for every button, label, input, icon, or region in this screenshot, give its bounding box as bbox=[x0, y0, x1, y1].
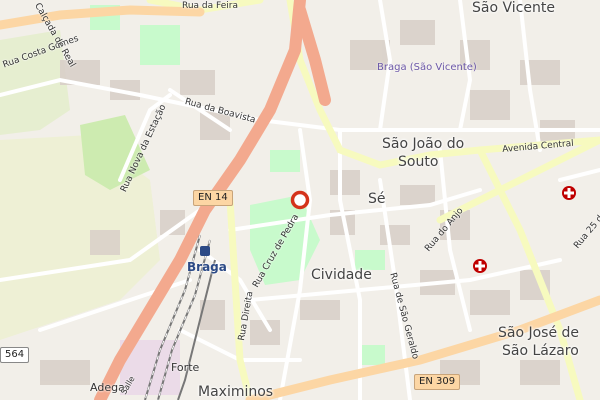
place-label-cividade: Cividade bbox=[311, 267, 372, 283]
road-shield-564: 564 bbox=[0, 347, 30, 363]
road-shield-en309: EN 309 bbox=[414, 374, 461, 390]
place-label-sao-joao-do-souto-line1: São João do bbox=[382, 136, 465, 152]
hospital-icon[interactable] bbox=[561, 185, 577, 201]
place-label-sao-joao-do-souto-line2: Souto bbox=[398, 154, 439, 170]
place-label-braga-sao-vicente: Braga (São Vicente) bbox=[377, 62, 477, 73]
hospital-icon[interactable] bbox=[472, 258, 488, 274]
train-station-icon[interactable] bbox=[200, 246, 210, 256]
place-label-sao-jose-line1: São José de bbox=[498, 325, 580, 341]
place-label-sao-vicente: São Vicente bbox=[472, 0, 555, 16]
road-shield-en14: EN 14 bbox=[193, 190, 233, 206]
location-pin-icon[interactable] bbox=[290, 190, 310, 210]
place-label-forte: Forte bbox=[171, 361, 200, 374]
street-label-rua-da-feira: Rua da Feira bbox=[182, 1, 238, 11]
place-label-maximinos: Maximinos bbox=[198, 384, 274, 400]
station-label-braga: Braga bbox=[187, 260, 227, 274]
place-label-se: Sé bbox=[368, 191, 386, 207]
place-label-sao-jose-line2: São Lázaro bbox=[502, 343, 579, 359]
map-view[interactable]: São Vicente Braga (São Vicente) São João… bbox=[0, 0, 600, 400]
